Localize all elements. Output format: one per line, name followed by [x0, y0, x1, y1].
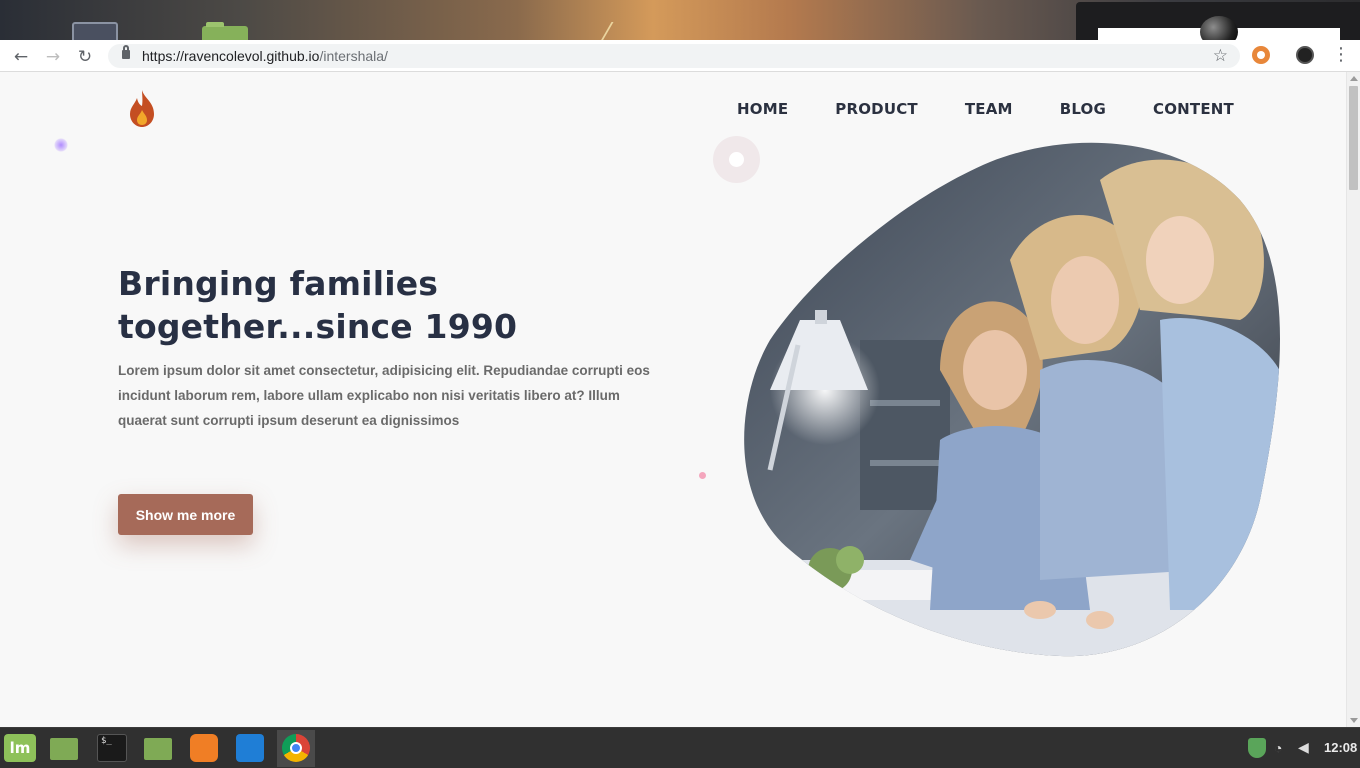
- browser-toolbar: ← → ↻ https://ravencolevol.github.io/int…: [0, 40, 1360, 72]
- forward-arrow-icon[interactable]: →: [42, 46, 64, 68]
- profile-avatar-icon[interactable]: [1296, 46, 1314, 64]
- chrome-icon[interactable]: [277, 730, 315, 767]
- flame-logo-icon[interactable]: [126, 88, 158, 128]
- taskbar: lm $_ ◔ ◀ 12:08: [0, 727, 1360, 768]
- firefox-icon[interactable]: [190, 734, 218, 762]
- terminal-icon[interactable]: $_: [97, 734, 127, 762]
- main-navigation: HOME PRODUCT TEAM BLOG CONTENT: [737, 100, 1234, 118]
- nav-home[interactable]: HOME: [737, 100, 788, 118]
- hero-title-line2: together...since 1990: [118, 307, 518, 346]
- vscode-icon[interactable]: [236, 734, 264, 762]
- reload-icon[interactable]: ↻: [74, 46, 96, 68]
- url-host: https://ravencolevol.github.io: [142, 48, 320, 64]
- url-path: /intershala/: [319, 48, 388, 64]
- hero-team-photo: [744, 142, 1280, 657]
- address-bar[interactable]: https://ravencolevol.github.io/intershal…: [108, 44, 1240, 68]
- browser-menu-icon[interactable]: ⋮: [1332, 45, 1350, 65]
- volume-icon[interactable]: ◀: [1298, 738, 1309, 758]
- folder-icon[interactable]: [144, 738, 172, 760]
- folder-icon[interactable]: [50, 738, 78, 760]
- url-text[interactable]: https://ravencolevol.github.io/intershal…: [142, 44, 388, 68]
- hero-title: Bringing families together...since 1990: [118, 262, 638, 348]
- decorative-dot: [54, 138, 68, 152]
- clock[interactable]: 12:08: [1324, 738, 1357, 758]
- page-scrollbar[interactable]: [1346, 72, 1360, 727]
- scroll-thumb[interactable]: [1349, 86, 1358, 190]
- nav-blog[interactable]: BLOG: [1060, 100, 1106, 118]
- browser-window: ← → ↻ https://ravencolevol.github.io/int…: [0, 40, 1360, 727]
- show-more-button[interactable]: Show me more: [118, 494, 253, 535]
- wifi-icon[interactable]: ◔: [1274, 738, 1282, 758]
- shield-icon[interactable]: [1248, 738, 1266, 758]
- nav-content[interactable]: CONTENT: [1153, 100, 1234, 118]
- decorative-dot-pink: [699, 472, 706, 479]
- scroll-up-arrow-icon[interactable]: [1350, 76, 1358, 81]
- back-arrow-icon[interactable]: ←: [10, 46, 32, 68]
- extension-icon[interactable]: [1252, 46, 1270, 64]
- bookmark-star-icon[interactable]: ☆: [1213, 45, 1228, 67]
- scroll-down-arrow-icon[interactable]: [1350, 718, 1358, 723]
- lock-icon: [122, 45, 130, 59]
- mint-menu-icon[interactable]: lm: [4, 734, 36, 762]
- hero-description: Lorem ipsum dolor sit amet consectetur, …: [118, 363, 650, 428]
- nav-team[interactable]: TEAM: [965, 100, 1013, 118]
- hero-title-line1: Bringing families: [118, 264, 439, 303]
- nav-product[interactable]: PRODUCT: [835, 100, 918, 118]
- web-page: HOME PRODUCT TEAM BLOG CONTENT Bringing …: [0, 72, 1346, 727]
